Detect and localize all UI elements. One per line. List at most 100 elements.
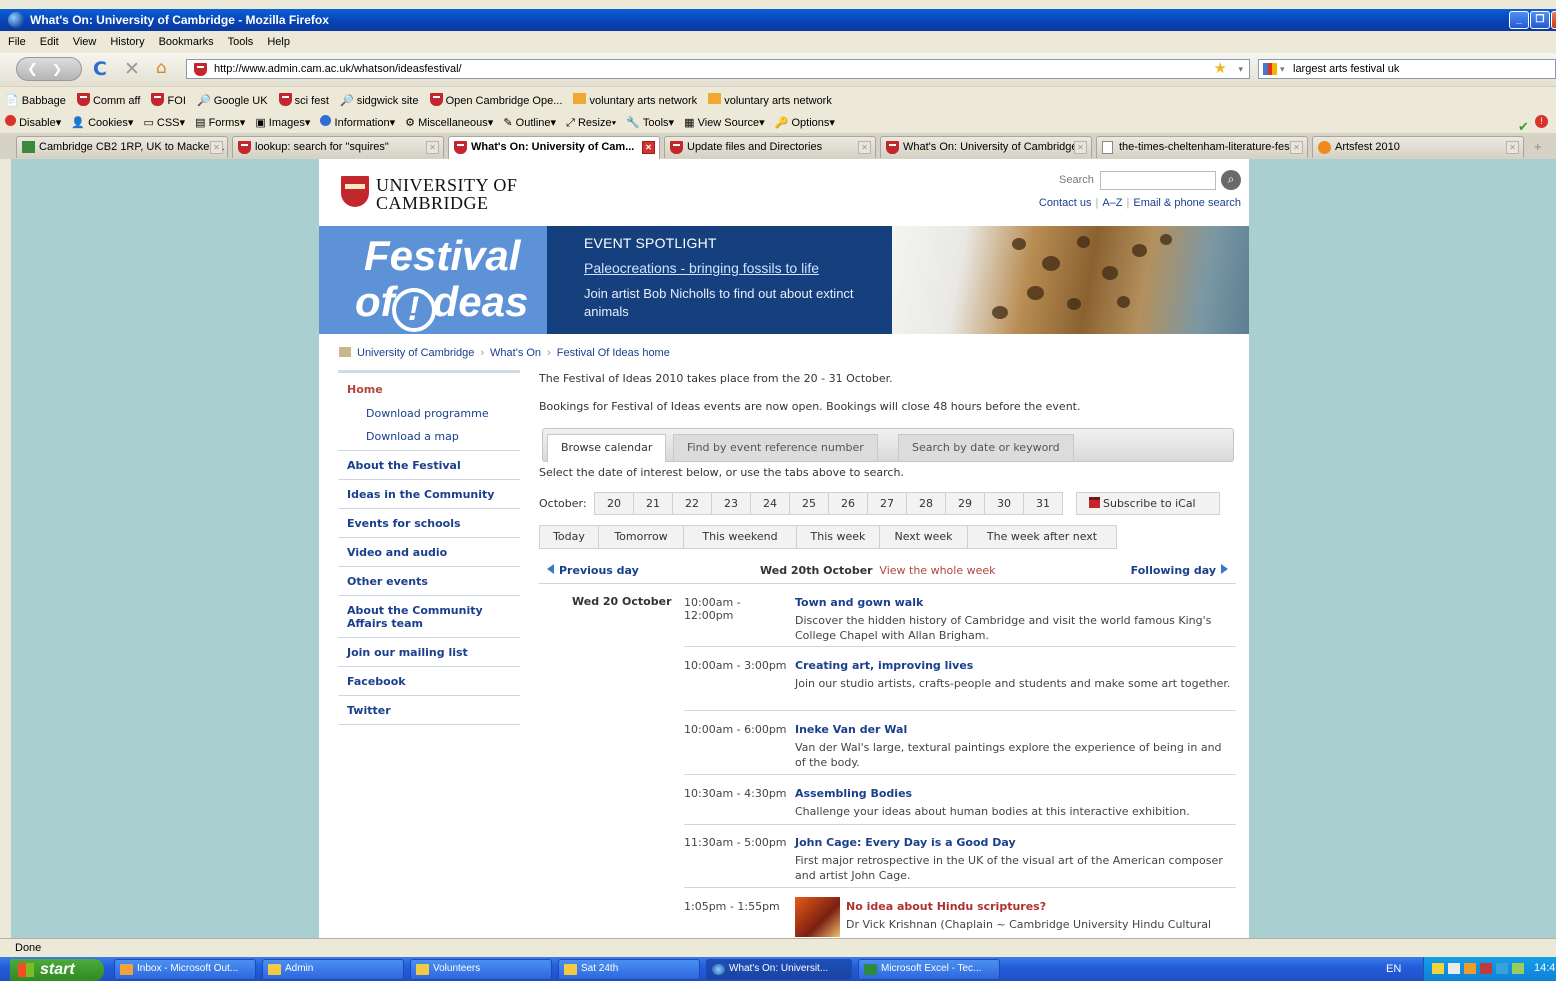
close-tab-icon[interactable]: ✕ xyxy=(210,141,223,154)
event-title[interactable]: Assembling Bodies xyxy=(795,787,912,800)
whole-week-link[interactable]: View the whole week xyxy=(876,564,995,577)
day-24-button[interactable]: 24 xyxy=(750,492,790,515)
previous-day-link[interactable]: Previous day xyxy=(547,564,639,577)
language-indicator[interactable]: EN xyxy=(1386,963,1401,975)
engine-dropdown-icon[interactable]: ▾ xyxy=(1280,60,1285,78)
breadcrumb-festival-home[interactable]: Festival Of Ideas home xyxy=(557,347,670,359)
tray-volume-icon[interactable] xyxy=(1512,963,1524,974)
range-next-week[interactable]: Next week xyxy=(879,525,968,549)
following-day-link[interactable]: Following day xyxy=(1131,564,1228,577)
range-tomorrow[interactable]: Tomorrow xyxy=(598,525,684,549)
tray-outlook-icon[interactable] xyxy=(1464,963,1476,974)
a-z-link[interactable]: A–Z xyxy=(1102,197,1122,209)
dev-forms[interactable]: ▤ Forms▾ xyxy=(190,111,247,129)
nav-facebook[interactable]: Facebook xyxy=(338,667,520,696)
subscribe-ical-button[interactable]: Subscribe to iCal xyxy=(1076,492,1220,515)
taskbar-volunteers[interactable]: Volunteers xyxy=(410,959,552,980)
taskbar-outlook[interactable]: Inbox - Microsoft Out... xyxy=(114,959,256,980)
bookmark-voluntary-arts-2[interactable]: voluntary arts network xyxy=(703,87,835,107)
day-22-button[interactable]: 22 xyxy=(672,492,712,515)
breadcrumb-university[interactable]: University of Cambridge xyxy=(357,347,474,359)
contact-us-link[interactable]: Contact us xyxy=(1039,197,1092,209)
nav-ideas-community[interactable]: Ideas in the Community xyxy=(338,480,520,509)
tray-security-icon[interactable] xyxy=(1480,963,1492,974)
event-title[interactable]: Ineke Van der Wal xyxy=(795,723,907,736)
nav-community-affairs[interactable]: About the Community Affairs team xyxy=(338,596,520,638)
bookmark-open-cambridge[interactable]: Open Cambridge Ope... xyxy=(425,87,566,107)
minimize-button[interactable]: _ xyxy=(1509,11,1529,29)
menu-bookmarks[interactable]: Bookmarks xyxy=(151,31,220,48)
close-button[interactable]: ✕ xyxy=(1551,11,1556,29)
range-week-after-next[interactable]: The week after next xyxy=(967,525,1117,549)
bookmark-sidgwick-site[interactable]: 🔎 sidgwick site xyxy=(335,88,422,107)
tab-times-cheltenham[interactable]: the-times-cheltenham-literature-fes... ✕ xyxy=(1096,136,1308,158)
url-dropdown-icon[interactable]: ▾ xyxy=(1238,60,1243,78)
day-28-button[interactable]: 28 xyxy=(906,492,946,515)
tab-maps[interactable]: Cambridge CB2 1RP, UK to Macken... ✕ xyxy=(16,136,228,158)
tray-printer-icon[interactable] xyxy=(1448,963,1460,974)
tab-find-by-reference[interactable]: Find by event reference number xyxy=(673,434,878,461)
reload-icon[interactable]: C xyxy=(93,58,107,80)
tab-artsfest[interactable]: Artsfest 2010 ✕ xyxy=(1312,136,1524,158)
title-bar[interactable]: What's On: University of Cambridge - Moz… xyxy=(0,9,1556,31)
close-tab-icon[interactable]: ✕ xyxy=(1506,141,1519,154)
bookmark-star-icon[interactable]: ★ xyxy=(1214,60,1227,78)
nav-video-audio[interactable]: Video and audio xyxy=(338,538,520,567)
tab-lookup[interactable]: lookup: search for "squires" ✕ xyxy=(232,136,444,158)
forward-icon[interactable]: ❯ xyxy=(52,62,62,76)
tab-browse-calendar[interactable]: Browse calendar xyxy=(547,434,667,462)
bookmark-comm-aff[interactable]: Comm aff xyxy=(72,87,144,107)
tab-update-files[interactable]: Update files and Directories ✕ xyxy=(664,136,876,158)
day-25-button[interactable]: 25 xyxy=(789,492,829,515)
day-23-button[interactable]: 23 xyxy=(711,492,751,515)
day-30-button[interactable]: 30 xyxy=(984,492,1024,515)
bookmark-voluntary-arts-1[interactable]: voluntary arts network xyxy=(568,87,700,107)
new-tab-icon[interactable]: + xyxy=(1534,139,1542,154)
stop-icon[interactable]: ✕ xyxy=(124,58,140,80)
range-today[interactable]: Today xyxy=(539,525,599,549)
tab-whats-on-active[interactable]: What's On: University of Cam... ✕ xyxy=(448,136,660,159)
nav-events-schools[interactable]: Events for schools xyxy=(338,509,520,538)
event-title[interactable]: Creating art, improving lives xyxy=(795,659,973,672)
error-icon[interactable]: ! xyxy=(1535,115,1548,128)
day-27-button[interactable]: 27 xyxy=(867,492,907,515)
tab-search-date-keyword[interactable]: Search by date or keyword xyxy=(898,434,1074,461)
email-phone-search-link[interactable]: Email & phone search xyxy=(1133,197,1241,209)
start-button[interactable]: start xyxy=(10,959,104,981)
nav-download-programme[interactable]: Download programme xyxy=(338,403,520,426)
festival-of-ideas-logo[interactable]: Festival of! deas xyxy=(319,226,547,334)
close-tab-icon[interactable]: ✕ xyxy=(1074,141,1087,154)
home-icon[interactable]: ⌂ xyxy=(156,58,167,78)
bookmark-google-uk[interactable]: 🔎 Google UK xyxy=(192,88,271,107)
day-26-button[interactable]: 26 xyxy=(828,492,868,515)
validation-ok-icon[interactable]: ✔ xyxy=(1513,114,1531,135)
close-tab-icon[interactable]: ✕ xyxy=(426,141,439,154)
nav-about-festival[interactable]: About the Festival xyxy=(338,451,520,480)
tray-network-icon[interactable] xyxy=(1496,963,1508,974)
dev-disable[interactable]: Disable▾ xyxy=(0,110,63,129)
dev-cookies[interactable]: 👤 Cookies▾ xyxy=(66,111,135,129)
nav-download-map[interactable]: Download a map xyxy=(338,426,520,451)
close-tab-icon[interactable]: ✕ xyxy=(858,141,871,154)
dev-resize[interactable]: ⤢ Resize▾ xyxy=(561,112,618,130)
taskbar-admin[interactable]: Admin xyxy=(262,959,404,980)
event-thumbnail-image[interactable] xyxy=(795,897,840,937)
taskbar-firefox[interactable]: What's On: Universit... xyxy=(706,959,852,980)
back-forward-buttons[interactable] xyxy=(16,57,82,81)
nav-mailing-list[interactable]: Join our mailing list xyxy=(338,638,520,667)
menu-history[interactable]: History xyxy=(102,31,150,48)
dev-miscellaneous[interactable]: ⚙ Miscellaneous▾ xyxy=(400,111,495,129)
web-search-box[interactable]: ▾ largest arts festival uk xyxy=(1258,59,1556,79)
back-icon[interactable]: ❮ xyxy=(27,62,38,77)
menu-file[interactable]: File xyxy=(0,31,32,48)
menu-edit[interactable]: Edit xyxy=(32,31,65,48)
day-20-button[interactable]: 20 xyxy=(594,492,634,515)
dev-outline[interactable]: ✎ Outline▾ xyxy=(498,111,558,129)
url-bar[interactable]: http://www.admin.cam.ac.uk/whatson/ideas… xyxy=(186,59,1250,79)
range-this-weekend[interactable]: This weekend xyxy=(683,525,797,549)
bookmark-sci-fest[interactable]: sci fest xyxy=(274,87,332,107)
dev-images[interactable]: ▣ Images▾ xyxy=(250,111,312,129)
bookmark-babbage[interactable]: 📄 Babbage xyxy=(0,88,69,107)
tray-mail-icon[interactable] xyxy=(1432,963,1444,974)
spotlight-link[interactable]: Paleocreations - bringing fossils to lif… xyxy=(584,260,892,276)
